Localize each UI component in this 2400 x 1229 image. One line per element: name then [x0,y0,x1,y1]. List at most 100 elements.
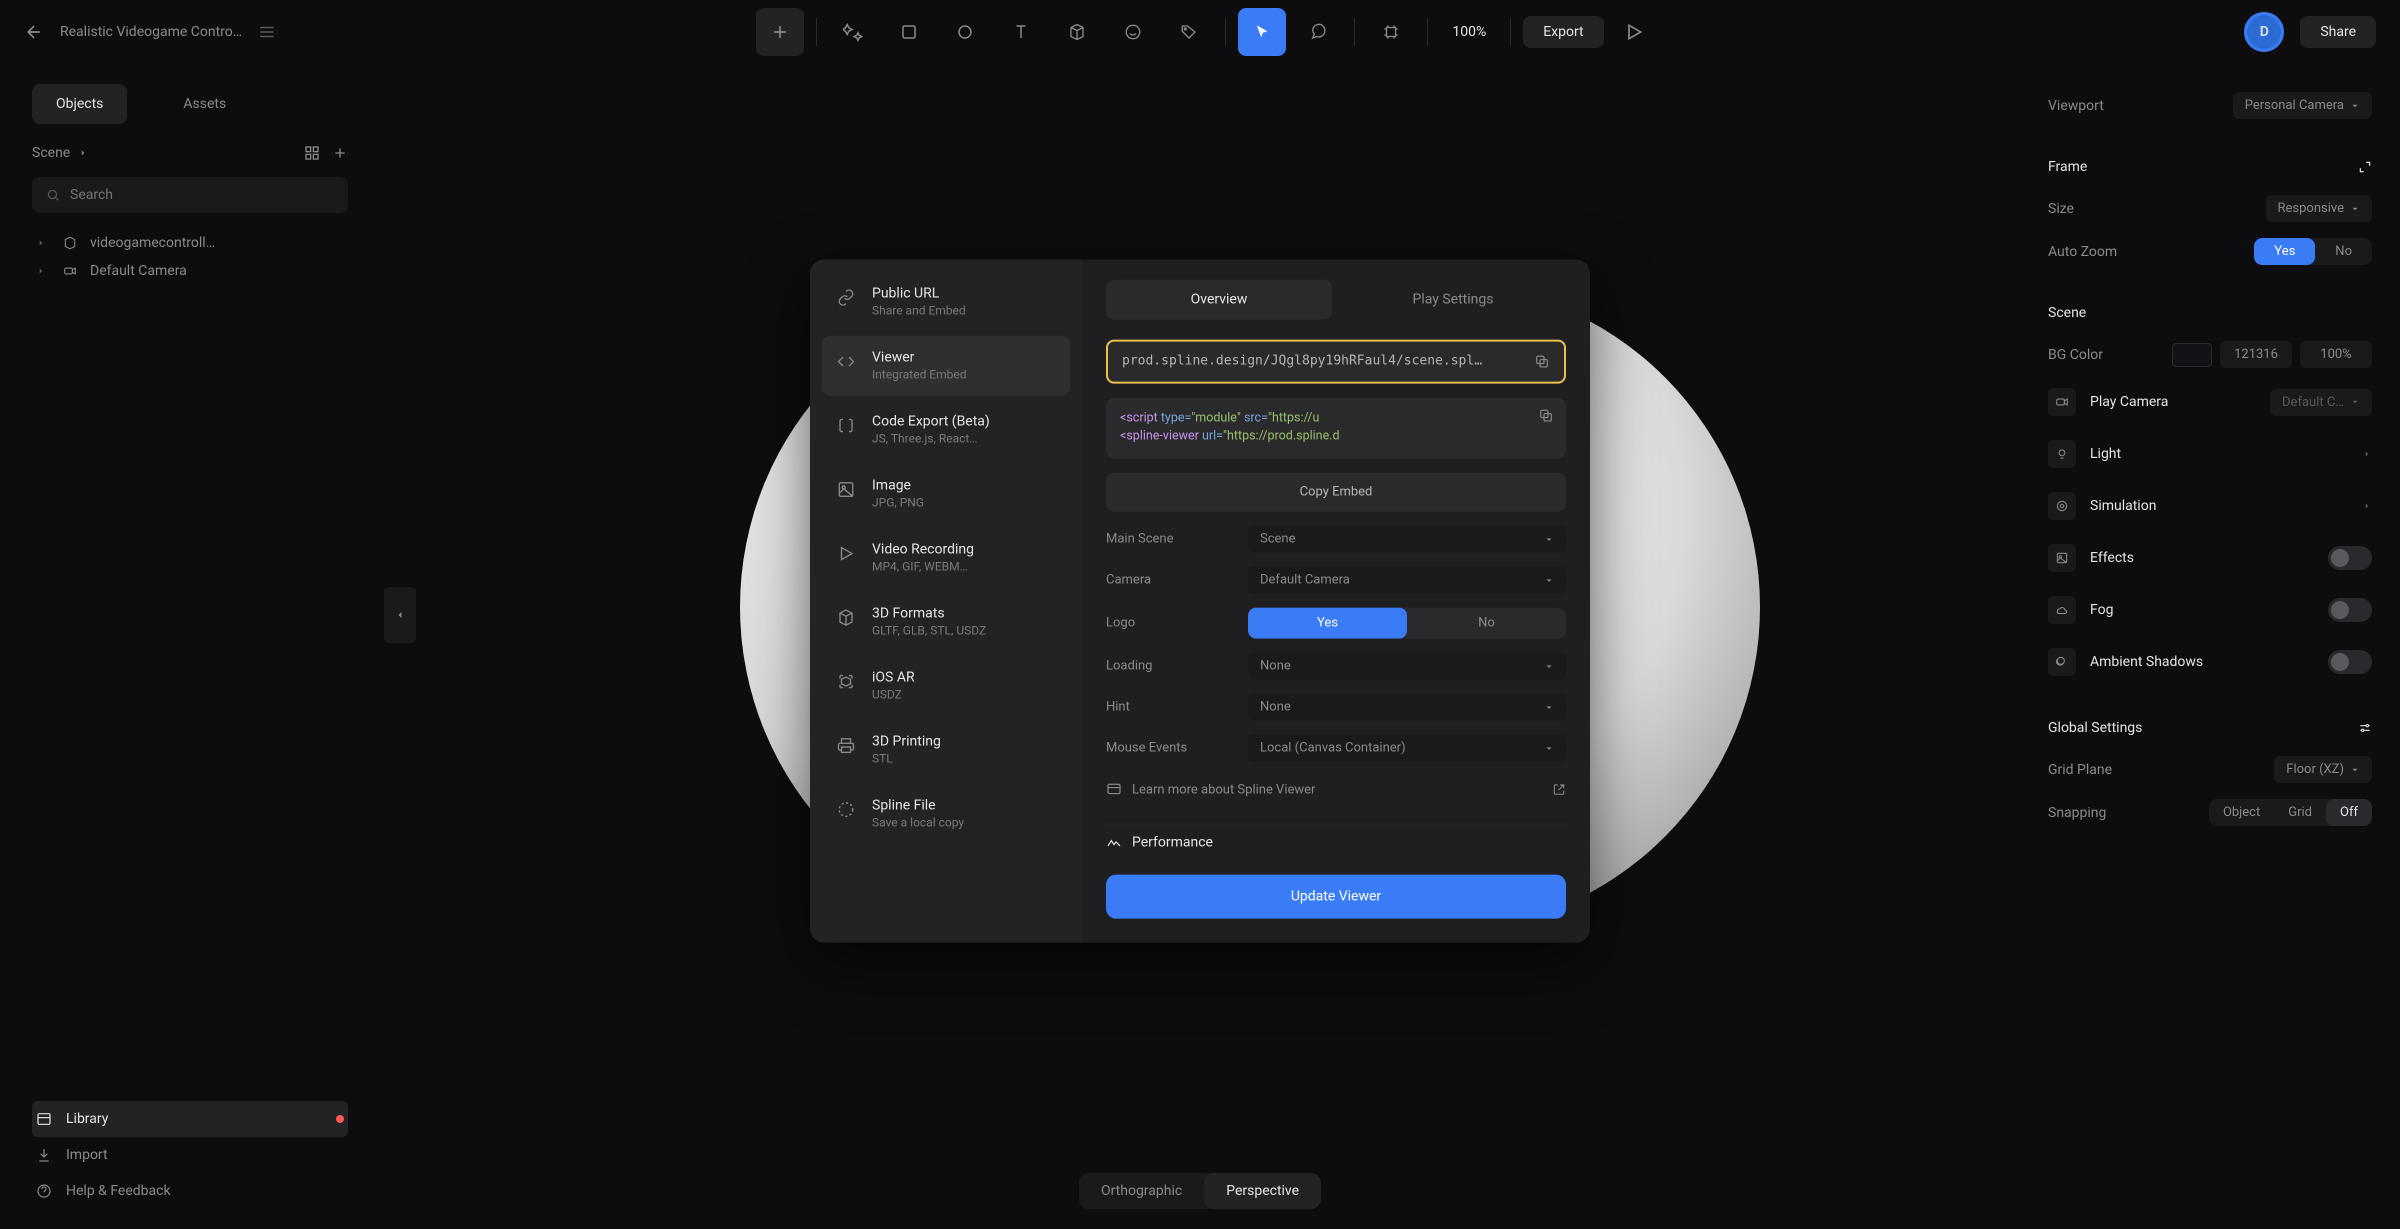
size-label: Size [2048,201,2074,217]
divider [1354,18,1355,46]
grid-plane-label: Grid Plane [2048,762,2112,778]
bg-hex-input[interactable] [2220,341,2292,368]
simulation-icon [2048,492,2076,520]
main-scene-dropdown[interactable]: Scene [1248,526,1566,553]
orthographic-option[interactable]: Orthographic [1079,1173,1204,1209]
import-button[interactable]: Import [32,1137,348,1173]
cube-tool-icon[interactable] [1053,8,1101,56]
viewer-url-field[interactable]: prod.spline.design/JQgl8py19hRFaul4/scen… [1106,339,1566,383]
fog-icon [2048,596,2076,624]
grid-view-icon[interactable] [304,145,320,161]
snap-grid[interactable]: Grid [2274,799,2326,826]
chevron-right-icon[interactable] [2362,449,2372,459]
play-icon[interactable] [1624,22,1644,42]
tree-item-controller[interactable]: videogamecontroll… [32,229,348,257]
ambient-shadows-toggle[interactable] [2328,650,2372,674]
library-button[interactable]: Library [32,1101,348,1137]
grid-plane-dropdown[interactable]: Floor (XZ) [2274,756,2372,783]
file-icon [834,797,858,821]
camera-dropdown[interactable]: Default Camera [1248,567,1566,594]
light-label: Light [2090,446,2121,462]
hint-dropdown[interactable]: None [1248,694,1566,721]
cube-icon [834,605,858,629]
copy-code-icon[interactable] [1538,407,1554,423]
learn-more-link[interactable]: Learn more about Spline Viewer [1106,776,1566,804]
comment-tool-icon[interactable] [1294,8,1342,56]
bg-color-swatch[interactable] [2172,343,2212,367]
auto-zoom-no[interactable]: No [2315,238,2372,265]
image-icon [834,477,858,501]
camera-label: Camera [1106,573,1236,588]
smiley-tool-icon[interactable] [1109,8,1157,56]
tree-toggle-icon[interactable] [36,238,50,248]
effects-toggle[interactable] [2328,546,2372,570]
side-item-code-export[interactable]: Code Export (Beta)JS, Three.js, React… [822,399,1070,459]
magic-tool-icon[interactable] [829,8,877,56]
main-scene-label: Main Scene [1106,532,1236,547]
search-input[interactable] [32,177,348,213]
zoom-level[interactable]: 100% [1440,24,1498,40]
frame-tool-icon[interactable] [1367,8,1415,56]
copy-embed-button[interactable]: Copy Embed [1106,473,1566,512]
tab-objects[interactable]: Objects [32,84,127,124]
rectangle-tool-icon[interactable] [885,8,933,56]
play-icon [834,541,858,565]
logo-no[interactable]: No [1407,608,1566,639]
fog-toggle[interactable] [2328,598,2372,622]
side-item-video[interactable]: Video RecordingMP4, GIF, WEBM… [822,527,1070,587]
printer-icon [834,733,858,757]
chevron-right-icon[interactable] [2362,501,2372,511]
snap-object[interactable]: Object [2209,799,2274,826]
circle-tool-icon[interactable] [941,8,989,56]
play-camera-dropdown[interactable]: Default C… [2270,389,2372,416]
add-scene-icon[interactable] [332,145,348,161]
tab-assets[interactable]: Assets [159,84,250,124]
panel-collapse-caret[interactable] [384,587,416,643]
tree-item-camera[interactable]: Default Camera [32,257,348,285]
doc-menu-icon[interactable] [258,23,276,41]
embed-code-block[interactable]: <script type="module" src="https://u <sp… [1106,397,1566,459]
perspective-option[interactable]: Perspective [1204,1173,1321,1209]
light-icon [2048,440,2076,468]
side-item-3d-formats[interactable]: 3D FormatsGLTF, GLB, STL, USDZ [822,591,1070,651]
brackets-icon [834,413,858,437]
add-button[interactable] [756,8,804,56]
avatar[interactable]: D [2244,12,2284,52]
side-item-ios-ar[interactable]: iOS ARUSDZ [822,655,1070,715]
divider [1225,18,1226,46]
copy-url-icon[interactable] [1534,353,1550,369]
scene-breadcrumb[interactable]: Scene [32,145,88,161]
loading-dropdown[interactable]: None [1248,653,1566,680]
text-tool-icon[interactable] [997,8,1045,56]
ar-icon [834,669,858,693]
help-button[interactable]: Help & Feedback [32,1173,348,1209]
update-viewer-button[interactable]: Update Viewer [1106,875,1566,919]
performance-row[interactable]: Performance [1106,824,1566,861]
auto-zoom-yes[interactable]: Yes [2254,238,2315,265]
search-field[interactable] [70,187,334,203]
cursor-tool-icon[interactable] [1238,8,1286,56]
share-button[interactable]: Share [2300,16,2376,48]
expand-icon[interactable] [2358,160,2372,174]
snap-off[interactable]: Off [2326,799,2372,826]
side-item-viewer[interactable]: ViewerIntegrated Embed [822,335,1070,395]
divider [1510,18,1511,46]
tree-toggle-icon[interactable] [36,266,50,276]
back-arrow[interactable] [24,22,44,42]
tag-tool-icon[interactable] [1165,8,1213,56]
side-item-3d-printing[interactable]: 3D PrintingSTL [822,719,1070,779]
export-button[interactable]: Export [1523,16,1603,48]
side-item-image[interactable]: ImageJPG, PNG [822,463,1070,523]
modal-tab-overview[interactable]: Overview [1106,279,1332,319]
settings-icon[interactable] [2358,721,2372,735]
side-item-public-url[interactable]: Public URLShare and Embed [822,271,1070,331]
global-settings-title: Global Settings [2048,720,2142,736]
bg-alpha-input[interactable] [2300,341,2372,368]
mouse-events-dropdown[interactable]: Local (Canvas Container) [1248,735,1566,762]
side-item-spline-file[interactable]: Spline FileSave a local copy [822,783,1070,843]
play-camera-label: Play Camera [2090,394,2168,410]
size-dropdown[interactable]: Responsive [2266,195,2373,222]
logo-yes[interactable]: Yes [1248,608,1407,639]
modal-tab-play-settings[interactable]: Play Settings [1340,279,1566,319]
viewport-camera-dropdown[interactable]: Personal Camera [2233,92,2372,119]
